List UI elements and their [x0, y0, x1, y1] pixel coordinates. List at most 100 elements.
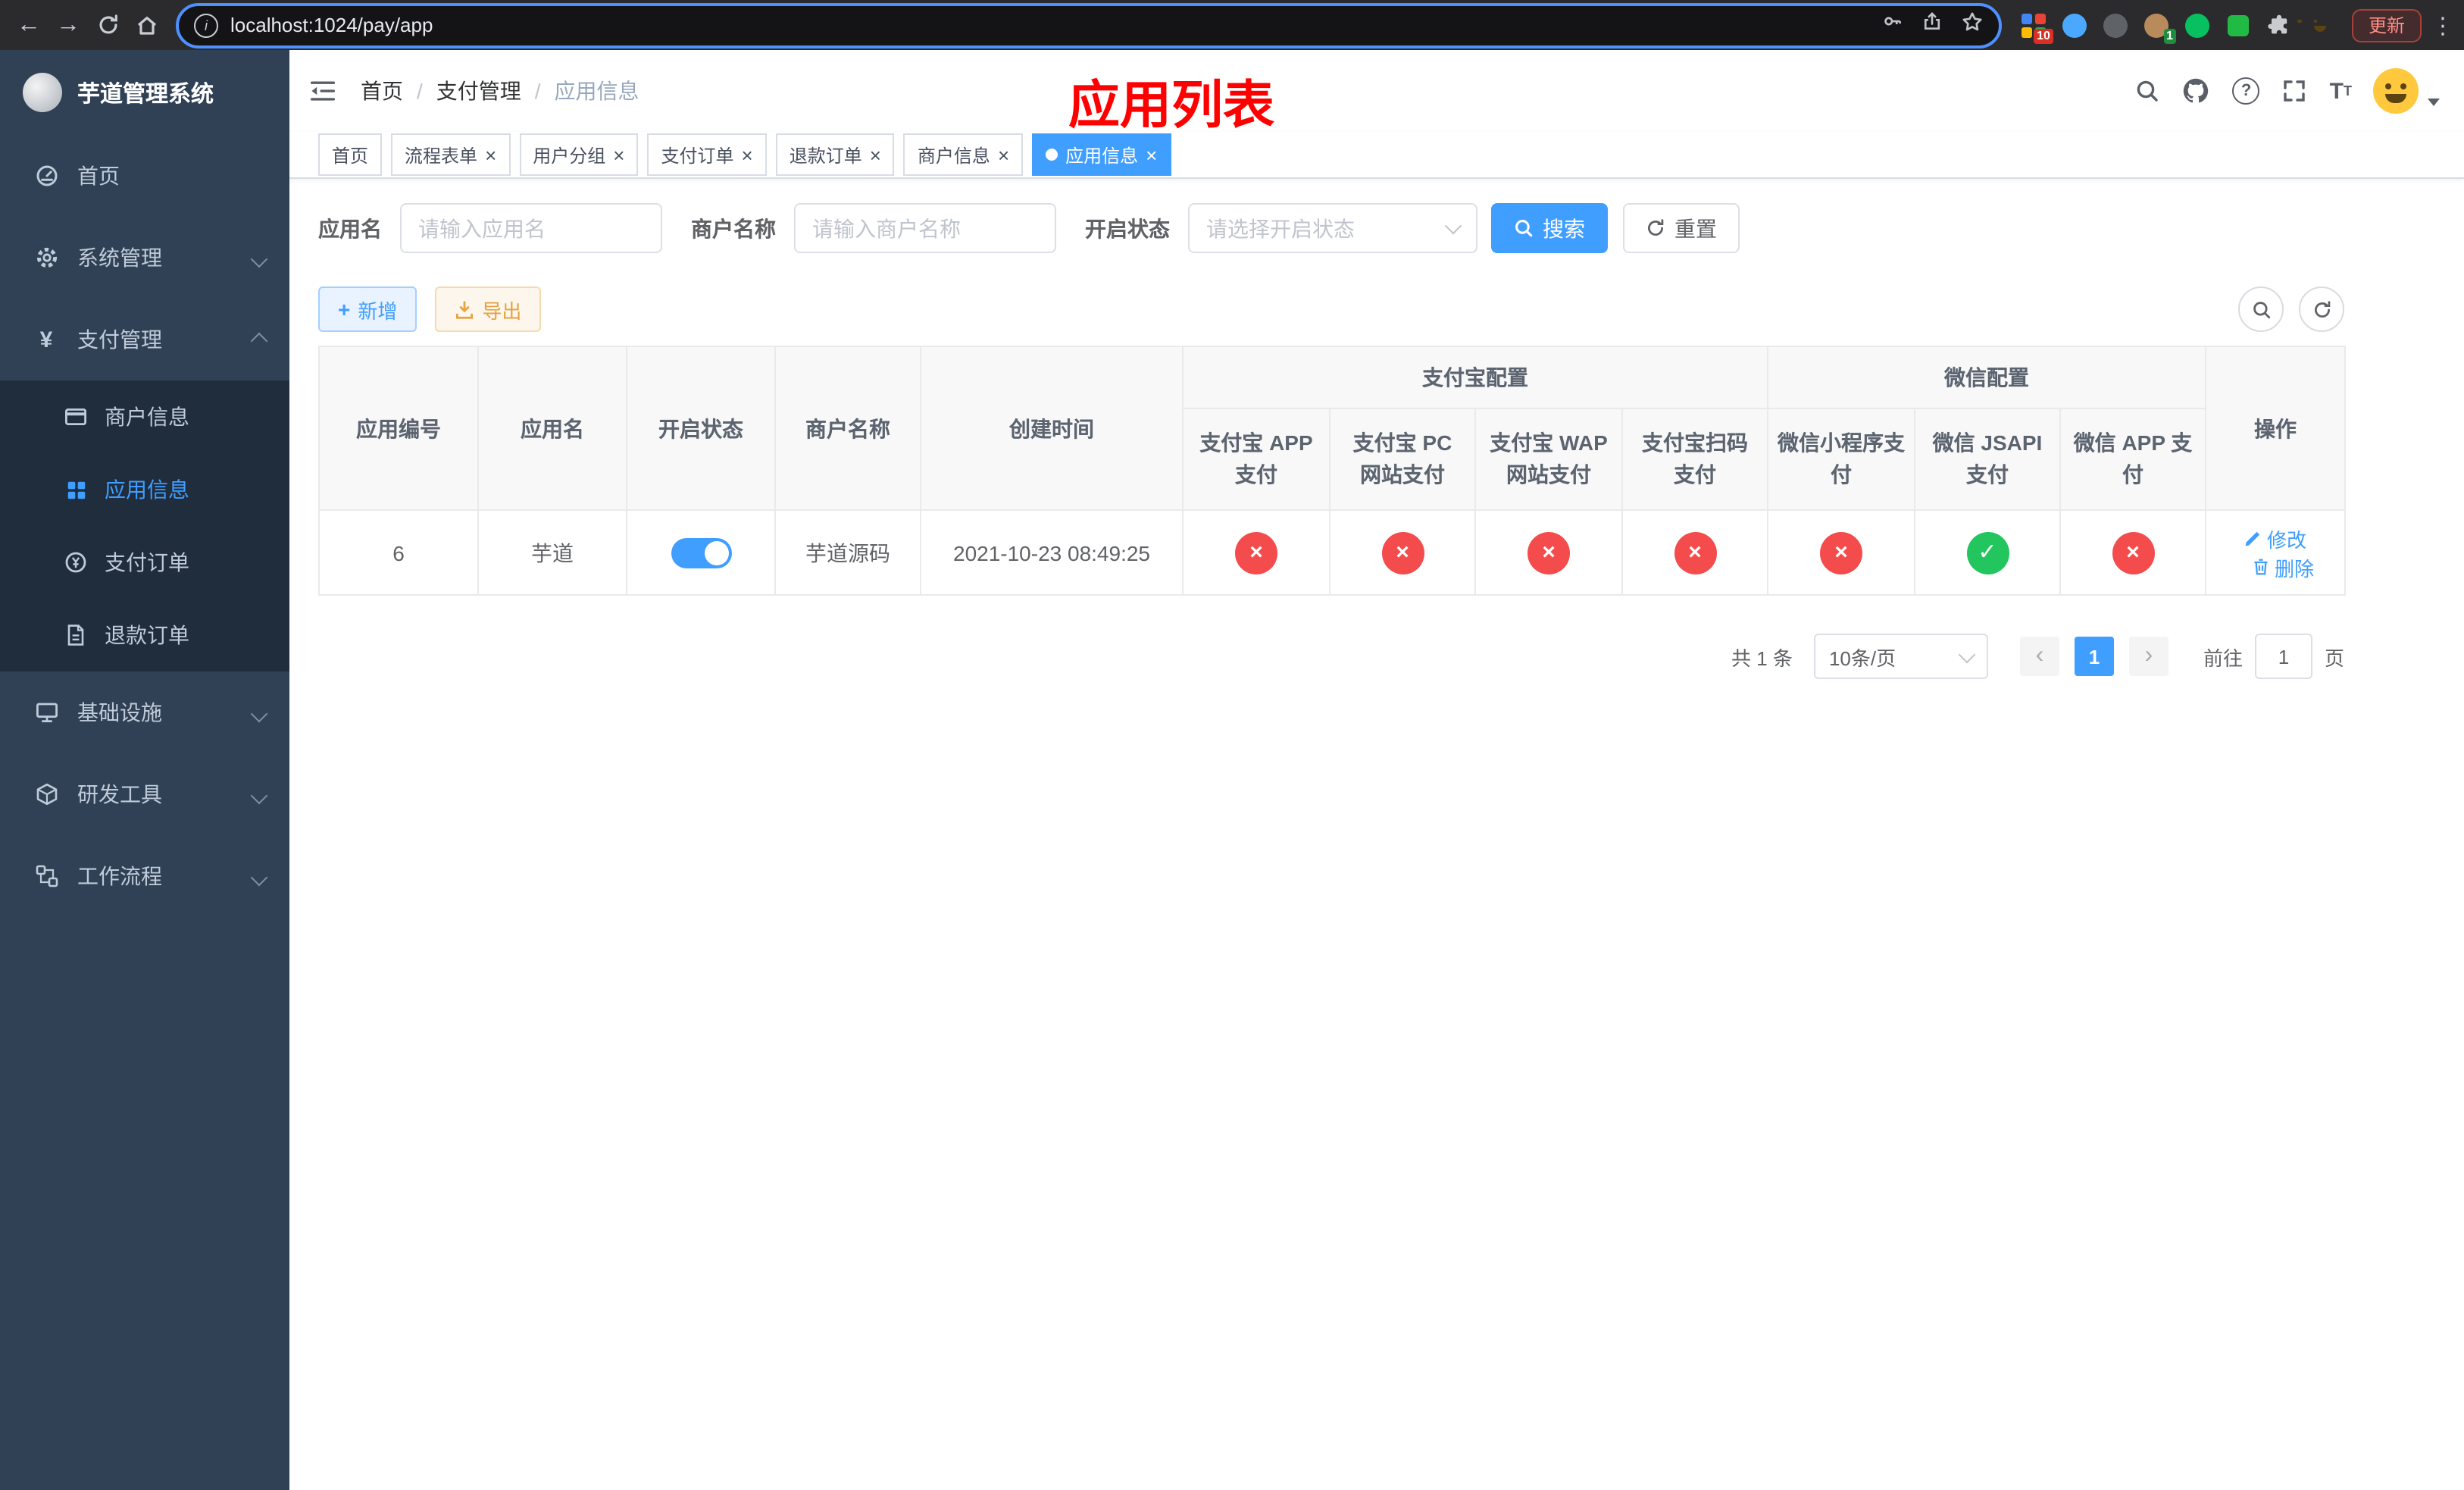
profile-badge: 1: [2163, 28, 2176, 43]
reload-icon[interactable]: [88, 5, 127, 45]
collapse-sidebar-icon[interactable]: [309, 79, 336, 103]
address-bar[interactable]: i localhost:1024/pay/app: [176, 2, 2002, 48]
extension-drop-icon[interactable]: [2061, 11, 2088, 39]
tab-user-group[interactable]: 用户分组 ×: [519, 133, 639, 176]
pay-order-icon: [64, 550, 88, 574]
user-avatar[interactable]: [2373, 68, 2419, 114]
status-icon-alipay-app: ×: [1235, 531, 1277, 574]
cell-actions: 修改 删除: [2205, 509, 2346, 596]
export-button[interactable]: 导出: [435, 286, 542, 332]
app-name-label: 应用名: [318, 216, 382, 240]
extension-emoji-icon[interactable]: [2297, 11, 2334, 39]
extension-wechat-icon[interactable]: [2184, 11, 2211, 39]
status-icon-wechat-app: ×: [2112, 531, 2154, 574]
table-toolbar: + 新增 导出: [318, 286, 2344, 332]
browser-update-button[interactable]: 更新: [2351, 8, 2422, 42]
delete-link[interactable]: 删除: [2252, 552, 2314, 581]
site-info-icon[interactable]: i: [194, 13, 218, 37]
search-button[interactable]: 搜索: [1491, 203, 1608, 253]
page-number-current[interactable]: 1: [2074, 637, 2114, 676]
credit-card-icon: [64, 405, 88, 429]
merchant-name-input[interactable]: [794, 203, 1056, 253]
prev-page-button[interactable]: ‹: [2019, 637, 2059, 676]
github-icon[interactable]: [2183, 77, 2210, 105]
plus-icon: +: [338, 297, 351, 321]
sidebar-item-home[interactable]: 首页: [0, 135, 289, 217]
breadcrumb-current: 应用信息: [554, 79, 639, 103]
tab-close-icon[interactable]: ×: [613, 145, 624, 164]
chevron-down-icon: [1958, 645, 1976, 663]
status-icon-alipay-pc: ×: [1381, 531, 1424, 574]
sidebar-item-system[interactable]: 系统管理: [0, 217, 289, 299]
col-wechat-jsapi: 微信 JSAPI 支付: [1914, 408, 2061, 511]
goto-page-input[interactable]: [2254, 634, 2312, 679]
fullscreen-icon[interactable]: [2283, 79, 2307, 103]
toggle-search-button[interactable]: [2238, 286, 2284, 332]
pencil-icon: [2245, 531, 2260, 546]
extension-grid-icon[interactable]: 10: [2020, 11, 2053, 43]
group-wechat-config: 微信配置: [1767, 346, 2206, 409]
status-icon-wechat-mini: ×: [1820, 531, 1862, 574]
cell-merchant: 芋道源码: [774, 509, 921, 596]
extension-profile-icon[interactable]: 1: [2143, 11, 2176, 43]
status-icon-wechat-jsapi: ✓: [1966, 531, 2009, 574]
status-select[interactable]: 请选择开启状态: [1188, 203, 1477, 253]
tab-close-icon[interactable]: ×: [870, 145, 881, 164]
refresh-table-button[interactable]: [2299, 286, 2344, 332]
tab-app-info[interactable]: 应用信息 ×: [1032, 133, 1171, 176]
tab-close-icon[interactable]: ×: [742, 145, 753, 164]
sidebar-item-dev-tools[interactable]: 研发工具: [0, 753, 289, 835]
tab-close-icon[interactable]: ×: [485, 145, 496, 164]
sidebar-item-workflow[interactable]: 工作流程: [0, 835, 289, 917]
breadcrumb-home[interactable]: 首页: [361, 76, 403, 106]
tab-home[interactable]: 首页: [318, 133, 383, 176]
screen: ← → i localhost:1024/pay/app 10 1 更新 ⋮ 芋…: [0, 0, 2464, 1490]
sidebar-item-infrastructure[interactable]: 基础设施: [0, 671, 289, 753]
cell-status: [626, 509, 776, 596]
status-toggle[interactable]: [671, 537, 731, 568]
sidebar-item-refund-order[interactable]: 退款订单: [0, 599, 289, 671]
bookmark-star-icon[interactable]: [1961, 10, 1984, 40]
search-icon[interactable]: [2136, 79, 2160, 103]
col-alipay-pc: 支付宝 PC 网站支付: [1329, 408, 1476, 511]
sidebar-item-payment[interactable]: ¥ 支付管理: [0, 299, 289, 380]
app-name-input[interactable]: [400, 203, 662, 253]
sidebar-item-pay-order[interactable]: 支付订单: [0, 526, 289, 599]
tags-view: 首页 流程表单 × 用户分组 × 支付订单 × 退款订单 × 商户信息 × 应用信息 ×: [289, 132, 2464, 179]
home-icon[interactable]: [127, 5, 167, 45]
password-key-icon[interactable]: [1882, 11, 1903, 39]
breadcrumb-section[interactable]: 支付管理: [436, 76, 521, 106]
share-icon[interactable]: [1921, 11, 1943, 39]
extension-green-square-icon[interactable]: [2225, 11, 2252, 39]
page-size-select[interactable]: 10条/页: [1813, 634, 1988, 679]
sidebar-item-app-info[interactable]: 应用信息: [0, 453, 289, 526]
avatar-dropdown-icon[interactable]: [2428, 98, 2440, 105]
col-alipay-app: 支付宝 APP 支付: [1182, 408, 1330, 511]
browser-toolbar: ← → i localhost:1024/pay/app 10 1 更新 ⋮: [0, 0, 2464, 50]
tab-process-form[interactable]: 流程表单 ×: [391, 133, 511, 176]
sidebar-item-merchant-info[interactable]: 商户信息: [0, 380, 289, 453]
tab-refund-order[interactable]: 退款订单 ×: [775, 133, 895, 176]
status-icon-alipay-qr: ×: [1674, 531, 1716, 574]
next-page-button[interactable]: ›: [2128, 637, 2169, 676]
add-button[interactable]: + 新增: [318, 286, 417, 332]
cell-created: 2021-10-23 08:49:25: [920, 509, 1184, 596]
merchant-name-label: 商户名称: [691, 216, 776, 240]
reset-button[interactable]: 重置: [1623, 203, 1740, 253]
col-wechat-app: 微信 APP 支付: [2059, 408, 2206, 511]
help-icon[interactable]: ?: [2232, 77, 2260, 105]
filter-form: 应用名 商户名称 开启状态 请选择开启状态: [318, 203, 2344, 253]
edit-link[interactable]: 修改: [2244, 524, 2306, 552]
extensions-puzzle-icon[interactable]: [2265, 11, 2293, 39]
browser-menu-icon[interactable]: ⋮: [2431, 11, 2455, 39]
tab-pay-order[interactable]: 支付订单 ×: [647, 133, 767, 176]
tab-close-icon[interactable]: ×: [1146, 145, 1157, 164]
tab-merchant-info[interactable]: 商户信息 ×: [903, 133, 1024, 176]
sidebar: 芋道管理系统 首页 系统管理 ¥ 支付管理 商户信息 应用信息 支付订单 退款订…: [0, 50, 289, 1490]
tab-close-icon[interactable]: ×: [998, 145, 1009, 164]
document-icon: [64, 623, 88, 647]
back-icon[interactable]: ←: [9, 5, 48, 45]
extension-dark-icon[interactable]: [2102, 11, 2129, 39]
forward-icon[interactable]: →: [48, 5, 88, 45]
font-size-icon[interactable]: TT: [2330, 80, 2352, 102]
